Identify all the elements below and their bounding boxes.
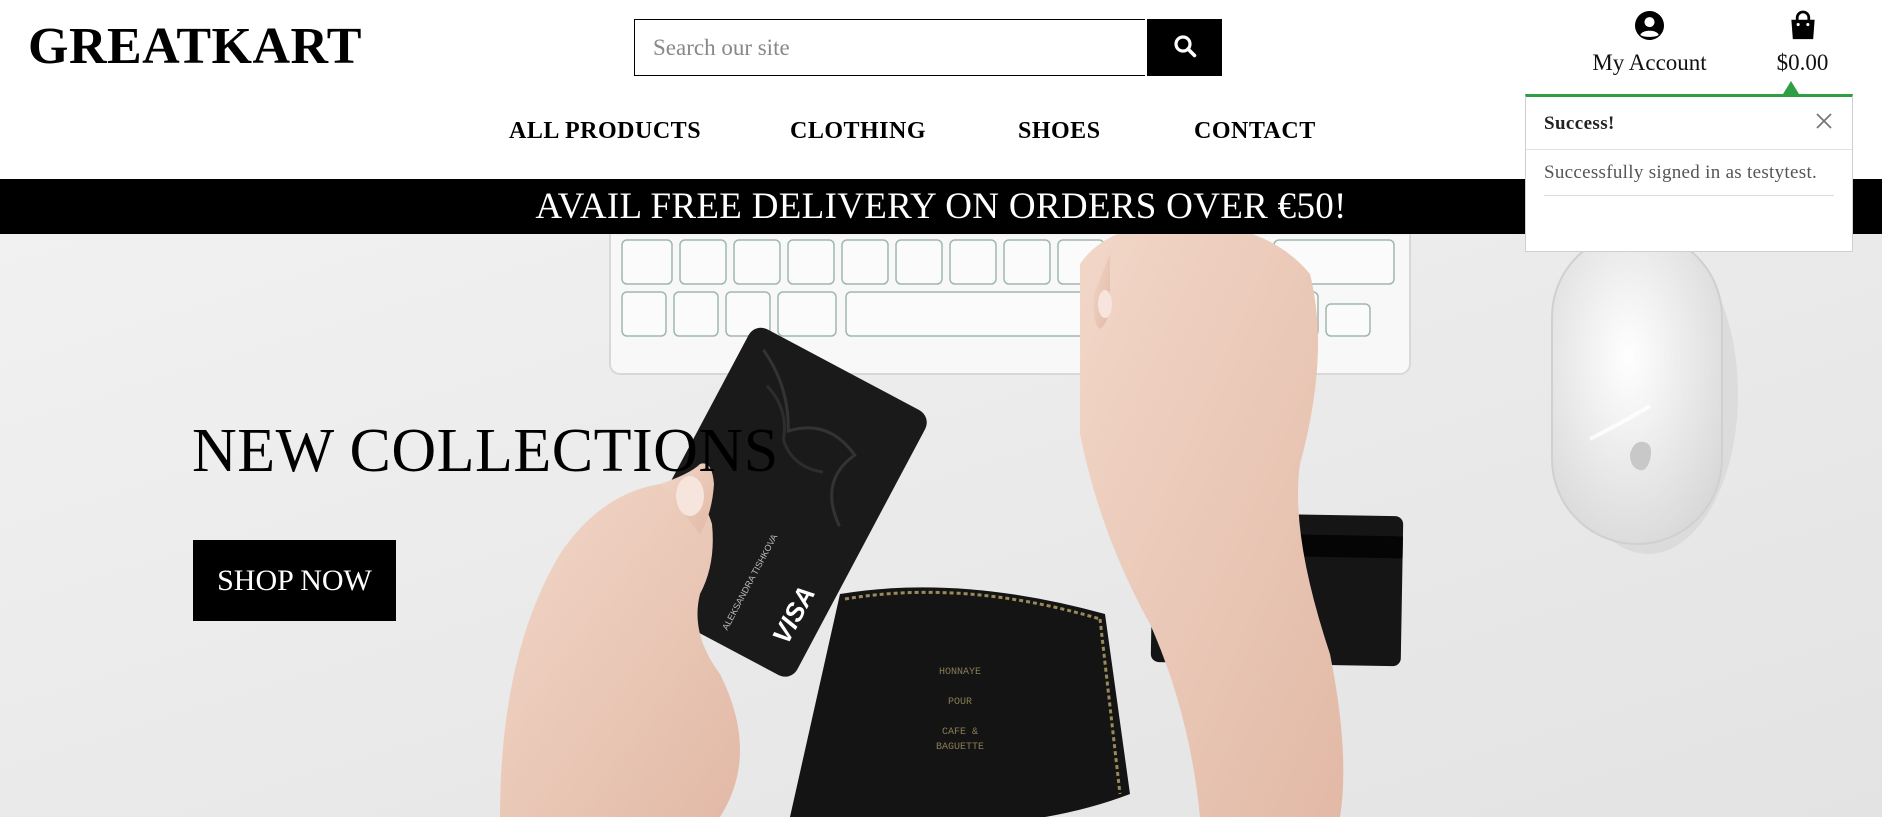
- nav-item-contact[interactable]: CONTACT: [1194, 118, 1316, 145]
- wallet-graphic: HONNAYE POUR CAFE & BAGUETTE: [790, 587, 1130, 817]
- toast-header: Success!: [1526, 97, 1852, 150]
- search-icon: [1173, 34, 1197, 61]
- hero-section: HONNAYE POUR CAFE & BAGUETTE VISA ALEKSA…: [0, 234, 1882, 817]
- nav-item-clothing[interactable]: CLOTHING: [790, 118, 926, 145]
- search-button[interactable]: [1147, 19, 1222, 76]
- cart-total: $0.00: [1776, 50, 1829, 75]
- nav-item-shoes[interactable]: SHOES: [1018, 118, 1101, 145]
- svg-text:HONNAYE: HONNAYE: [939, 667, 981, 678]
- nav-item-all-products[interactable]: ALL PRODUCTS: [509, 118, 701, 145]
- my-account-link[interactable]: My Account: [1582, 10, 1717, 76]
- mouse-graphic: [1551, 234, 1738, 554]
- hero-title: NEW COLLECTIONS: [192, 417, 779, 485]
- account-icon: [1634, 10, 1665, 45]
- toast-title: Success!: [1544, 113, 1615, 134]
- shopping-bag-icon: [1788, 10, 1818, 45]
- toast-message: Successfully signed in as testytest.: [1544, 159, 1834, 196]
- svg-text:BAGUETTE: BAGUETTE: [936, 742, 984, 753]
- svg-text:CAFE &: CAFE &: [942, 727, 978, 738]
- success-toast: Success! Successfully signed in as testy…: [1525, 94, 1853, 252]
- toast-pointer: [1783, 81, 1799, 94]
- search-form: [634, 19, 1222, 76]
- svg-text:POUR: POUR: [948, 697, 972, 708]
- my-account-label: My Account: [1592, 50, 1707, 75]
- site-logo[interactable]: GREATKART: [28, 16, 362, 78]
- search-input[interactable]: [634, 19, 1145, 76]
- shop-now-button[interactable]: SHOP NOW: [193, 540, 396, 621]
- hero-image: HONNAYE POUR CAFE & BAGUETTE VISA ALEKSA…: [0, 234, 1882, 817]
- cart-link[interactable]: $0.00: [1770, 10, 1835, 76]
- close-icon[interactable]: [1814, 111, 1834, 131]
